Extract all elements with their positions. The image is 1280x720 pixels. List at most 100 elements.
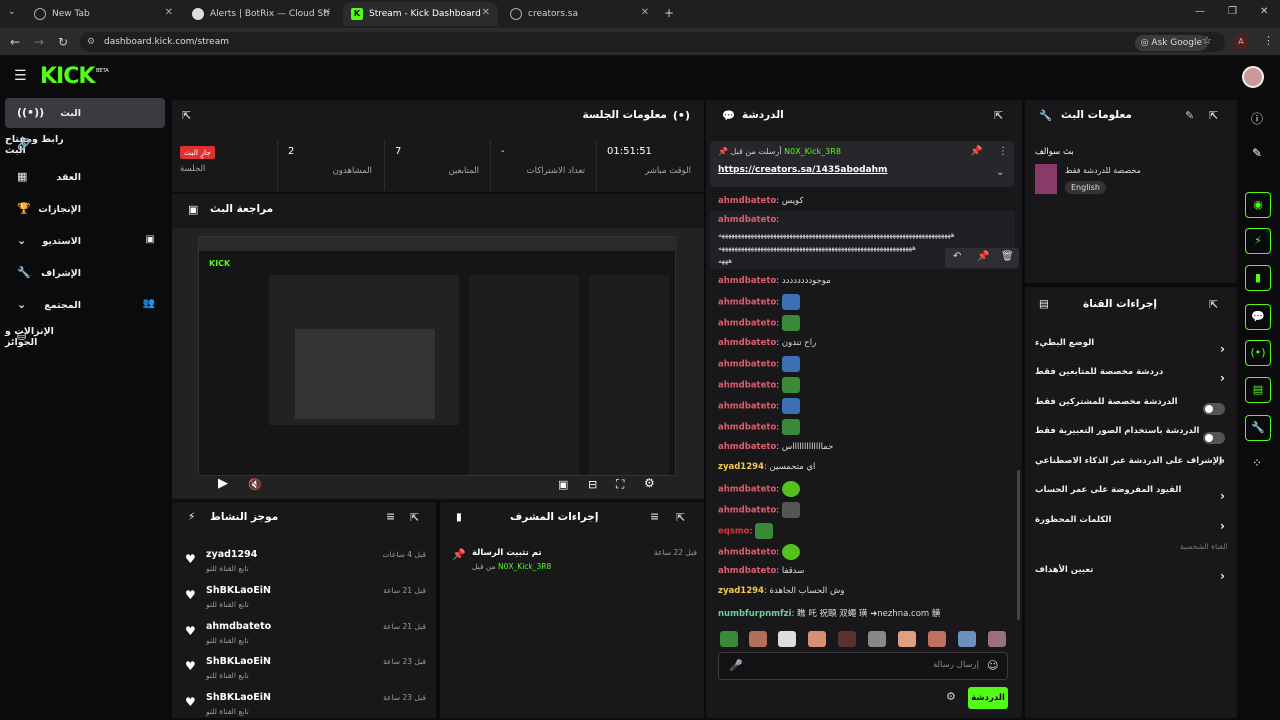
emote-icon[interactable] (720, 631, 738, 647)
popout-icon[interactable]: ⇱ (676, 511, 685, 524)
shield-icon[interactable]: ▮ (1245, 265, 1271, 291)
chat-message-cont: هههههههههههههههههههههههههههههههههههههههه… (718, 244, 916, 252)
popout-icon[interactable]: ⇱ (994, 109, 1003, 122)
fullscreen-icon[interactable]: ⛶ (616, 477, 624, 492)
bookmark-star-icon[interactable]: ☆ (1202, 34, 1212, 47)
reply-icon[interactable]: ↶ (953, 251, 961, 262)
pip-icon[interactable]: ▣ (558, 478, 568, 491)
broadcast-icon[interactable]: (•) (1245, 340, 1271, 366)
back-icon[interactable]: ← (7, 34, 23, 50)
sidebar-item-stream-key[interactable]: 🔗 رابط ومفتاح البث (5, 130, 165, 160)
pin-icon: 📌 (452, 548, 466, 561)
chat-send-button[interactable]: الدردشة (968, 687, 1008, 709)
theater-icon[interactable]: ⊟ (588, 478, 597, 491)
hamburger-menu-icon[interactable]: ☰ (14, 68, 27, 84)
popout-icon[interactable]: ⇱ (410, 511, 419, 524)
window-close-icon[interactable]: ✕ (1260, 6, 1268, 17)
settings-icon[interactable]: ⚙ (644, 476, 655, 490)
sidebar-item-community[interactable]: ⌄ 👥 المجتمع (5, 290, 165, 320)
emote-icon[interactable] (988, 631, 1006, 647)
emote-icon[interactable] (808, 631, 826, 647)
restore-icon[interactable]: ❐ (1228, 6, 1237, 17)
close-icon[interactable]: ✕ (641, 7, 649, 18)
set-goals-action[interactable]: تعيين الأهداف › (1035, 565, 1225, 591)
chat-message: ahmdbateto: (718, 215, 780, 225)
minimize-icon[interactable]: — (1195, 6, 1205, 17)
lightning-icon[interactable]: ⚡ (1245, 228, 1271, 254)
heart-icon: ♥ (185, 552, 196, 566)
sidebar-item-moderation[interactable]: 🔧 الإشراف (5, 258, 165, 288)
mute-icon[interactable]: 🔇 (248, 478, 262, 491)
popout-icon[interactable]: ⇱ (1209, 298, 1218, 311)
emote-icon[interactable] (778, 631, 796, 647)
emote-icon[interactable] (868, 631, 886, 647)
emote-icon[interactable] (928, 631, 946, 647)
more-icon[interactable]: ⋮ (998, 146, 1008, 157)
heart-icon: ♥ (185, 695, 196, 709)
popout-icon[interactable]: ⇱ (1209, 109, 1218, 122)
emote-icon[interactable] (749, 631, 767, 647)
emote-icon (781, 315, 800, 331)
pinned-link[interactable]: https://creators.sa/1435abodahm (718, 165, 887, 175)
popout-icon[interactable]: ⇱ (182, 109, 191, 122)
sidebar-item-achievements[interactable]: 🏆 الإنجازات (5, 194, 165, 224)
filter-icon[interactable]: ≡ (386, 510, 395, 523)
emote-icon (781, 544, 800, 560)
microphone-icon[interactable]: 🎤 (729, 659, 743, 672)
emote-icon[interactable] (958, 631, 976, 647)
emoji-icon[interactable]: ☺ (987, 659, 998, 672)
sidebar-item-drops[interactable]: ⛁ الإنزالات و الجوائز (5, 322, 165, 352)
site-info-icon[interactable]: ⚙ (87, 32, 95, 52)
info-icon[interactable]: ⓘ (1251, 110, 1263, 127)
profile-avatar[interactable]: A (1233, 34, 1249, 50)
url-input[interactable]: ⚙ dashboard.kick.com/stream (80, 32, 1225, 52)
delete-icon[interactable]: 🗑 (1001, 251, 1014, 262)
edit-icon[interactable]: ✎ (1185, 109, 1194, 122)
emote-icon[interactable] (838, 631, 856, 647)
kick-logo[interactable]: KICK (40, 64, 95, 89)
ask-google-button[interactable]: ◎ Ask Google (1134, 35, 1208, 51)
filter-icon[interactable]: ≡ (650, 510, 659, 523)
slow-mode-action[interactable]: الوضع البطيء › (1035, 338, 1225, 364)
tab-kick-dashboard[interactable]: K Stream - Kick Dashboard ✕ (343, 2, 498, 26)
more-icon[interactable]: ⁘ (1252, 456, 1262, 470)
unpin-icon[interactable]: 📌 (970, 146, 982, 157)
mod-actions-panel: ▮ إجراءات المشرف ≡ ⇱ 📌 تم تثبيت الرسالة … (440, 502, 704, 718)
emotes-only-toggle[interactable] (1203, 432, 1225, 444)
stream-preview-video[interactable]: KICK ▶ 🔇 ▣ ⊟ ⛶ ⚙ (172, 228, 704, 498)
account-age-action[interactable]: القيود المفروضة على عمر الحساب › (1035, 485, 1225, 511)
tab-list-icon[interactable]: ⌄ (8, 7, 16, 17)
play-icon[interactable]: ▶ (218, 476, 228, 491)
sidebar-item-contract[interactable]: ▦ العقد (5, 162, 165, 192)
camera-icon[interactable]: ◉ (1245, 192, 1271, 218)
user-avatar[interactable] (1242, 66, 1264, 88)
reload-icon[interactable]: ↻ (55, 34, 71, 50)
chevron-down-icon: ⌄ (17, 298, 27, 311)
subscribers-only-toggle[interactable] (1203, 403, 1225, 415)
close-icon[interactable]: ✕ (323, 7, 331, 18)
chat-scrollbar[interactable] (1017, 470, 1020, 620)
sidebar-item-studio[interactable]: ⌄ ▣ الاستديو (5, 226, 165, 256)
sidebar-item-stream[interactable]: ((•)) البث (5, 98, 165, 128)
new-tab-button[interactable]: + (664, 6, 674, 20)
tab-new-tab[interactable]: New Tab ✕ (26, 2, 181, 26)
browser-menu-icon[interactable]: ⋮ (1263, 34, 1274, 47)
tab-creators[interactable]: creators.sa ✕ (502, 2, 657, 26)
ai-moderation-action[interactable]: الإشراف على الدردشة عبر الذكاء الاصطناعي… (1035, 456, 1225, 482)
banned-words-action[interactable]: الكلمات المحظورة › (1035, 515, 1225, 541)
followers-only-action[interactable]: دردشة مخصصة للمتابعين فقط › (1035, 367, 1225, 393)
chat-input[interactable]: 🎤 إرسال رسالة ☺ (718, 652, 1008, 680)
chevron-down-icon[interactable]: ⌄ (996, 167, 1004, 178)
chat-icon[interactable]: 💬 (1245, 304, 1271, 330)
edit-icon[interactable]: ✎ (1252, 146, 1262, 160)
close-icon[interactable]: ✕ (482, 7, 490, 18)
forward-icon[interactable]: → (31, 34, 47, 50)
chat-settings-icon[interactable]: ⚙ (946, 690, 956, 703)
trophy-icon: 🏆 (17, 202, 31, 215)
pin-icon[interactable]: 📌 (977, 251, 989, 262)
tab-botrix[interactable]: Alerts | BotRix — Cloud Streami✕ (184, 2, 339, 26)
emote-icon[interactable] (898, 631, 916, 647)
channel-icon[interactable]: ▤ (1245, 377, 1271, 403)
close-icon[interactable]: ✕ (165, 7, 173, 18)
wrench-icon[interactable]: 🔧 (1245, 415, 1271, 441)
